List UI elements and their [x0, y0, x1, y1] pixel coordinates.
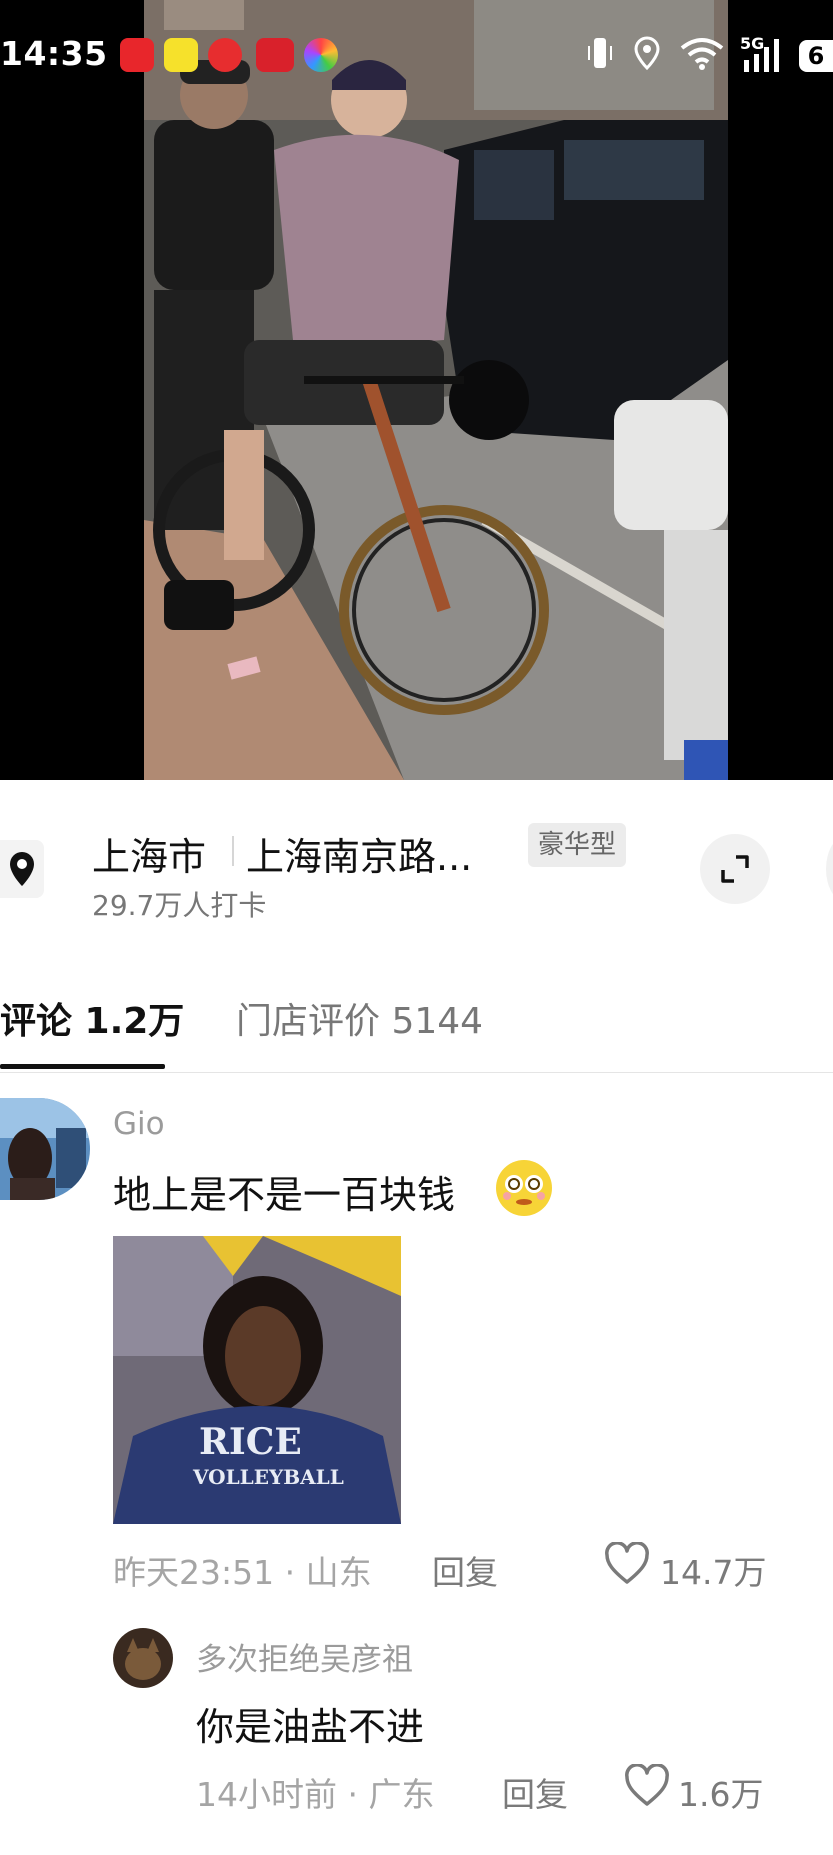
like-button[interactable] [604, 1542, 650, 1586]
reply-username[interactable]: 多次拒绝吴彦祖 [196, 1634, 413, 1679]
comment-timestamp: 昨天23:51 · 山东 [113, 1553, 372, 1592]
comment-avatar[interactable] [0, 1098, 90, 1200]
wifi-icon [680, 36, 724, 77]
gif-text-volleyball: VOLLEYBALL [192, 1465, 344, 1489]
comment-gif-image[interactable]: RICE VOLLEYBALL [113, 1236, 401, 1524]
expand-button[interactable] [700, 834, 770, 904]
status-time: 14:35 [0, 34, 108, 73]
comment-text: 地上是不是一百块钱 [113, 1173, 456, 1217]
like-count: 14.7万 [660, 1553, 767, 1592]
expand-icon [721, 855, 749, 883]
battery-indicator: 6 [799, 40, 833, 72]
app-red-icon [120, 38, 154, 72]
netease-music-icon [208, 38, 242, 72]
app-red-rect-icon [256, 38, 294, 72]
street-photo-image [144, 0, 728, 780]
post-photo[interactable] [144, 0, 728, 780]
signal-icon: 5G [740, 34, 786, 81]
location-tag-badge: 豪华型 [528, 823, 627, 867]
comment-username[interactable]: Gio [113, 1106, 165, 1142]
vibrate-icon [586, 36, 614, 77]
tabs-divider [0, 1072, 833, 1073]
reply-like-button[interactable] [624, 1764, 670, 1808]
gif-text-rice: RICE [199, 1421, 302, 1463]
reaction-gif: RICE VOLLEYBALL [113, 1236, 401, 1524]
reply-timestamp: 14小时前 · 广东 [196, 1775, 435, 1814]
location-checkins: 29.7万人打卡 [92, 889, 267, 922]
avatar-image [0, 1098, 90, 1200]
location-separator [232, 836, 234, 866]
avatar-image [113, 1628, 173, 1688]
reply-button[interactable]: 回复 [432, 1546, 498, 1594]
more-actions-button[interactable] [826, 836, 833, 902]
app-yellow-icon [164, 38, 198, 72]
reply-text: 你是油盐不进 [196, 1705, 425, 1749]
location-city[interactable]: 上海市 [92, 826, 206, 881]
reply-reply-button[interactable]: 回复 [502, 1768, 568, 1816]
dazed-face-emoji-icon [496, 1160, 552, 1216]
location-pin-button[interactable] [0, 840, 44, 898]
tab-comments[interactable]: 评论 1.2万 [0, 992, 184, 1044]
location-place[interactable]: 上海南京路... [246, 826, 472, 881]
status-bar: 14:35 5G 6 [0, 0, 833, 110]
photos-flower-icon [304, 38, 338, 72]
location-icon [632, 36, 662, 77]
map-pin-icon [10, 852, 34, 886]
reply-like-count: 1.6万 [678, 1775, 764, 1814]
heart-icon [625, 1764, 669, 1806]
heart-icon [605, 1542, 649, 1584]
tab-store-reviews[interactable]: 门店评价 5144 [236, 992, 483, 1044]
reply-avatar[interactable] [113, 1628, 173, 1688]
tab-active-underline [0, 1064, 165, 1069]
network-type-label: 5G [740, 34, 765, 53]
